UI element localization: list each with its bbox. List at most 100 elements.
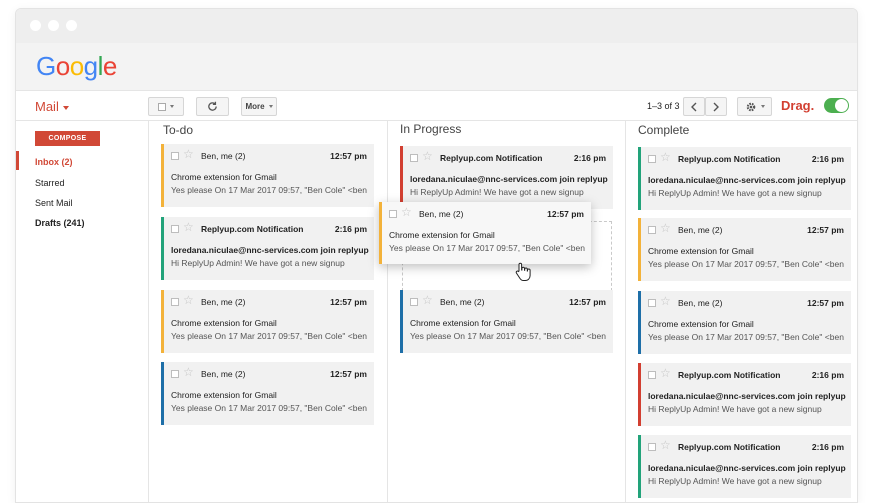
email-subject: Chrome extension for Gmail [171, 172, 277, 182]
email-card[interactable]: ☆ Replyup.com Notification 2:16 pm lored… [161, 217, 374, 280]
email-card[interactable]: ☆ Ben, me (2) 12:57 pm Chrome extension … [161, 144, 374, 207]
sidebar-item-starred[interactable]: Starred [35, 178, 65, 188]
email-sender: Replyup.com Notification [678, 370, 781, 380]
page-count: 1–3 of 3 [647, 101, 680, 111]
logo-letter: G [36, 51, 56, 81]
compose-button[interactable]: COMPOSE [35, 131, 100, 146]
sidebar-item-drafts[interactable]: Drafts (241) [35, 218, 85, 228]
email-time: 2:16 pm [811, 442, 844, 452]
sidebar-item-inbox[interactable]: Inbox (2) [35, 157, 73, 167]
email-card[interactable]: ☆ Ben, me (2) 12:57 pm Chrome extension … [638, 291, 851, 354]
logo-letter: g [83, 51, 98, 81]
checkbox[interactable] [648, 226, 656, 234]
next-page-button[interactable] [705, 97, 727, 116]
dragging-email-card[interactable]: ☆ Ben, me (2) 12:57 pm Chrome extension … [379, 202, 591, 264]
logo-letter: e [102, 51, 117, 81]
column-title-in-progress: In Progress [400, 122, 462, 136]
email-time: 12:57 pm [569, 297, 606, 307]
star-icon[interactable]: ☆ [660, 221, 671, 235]
email-card[interactable]: ☆ Ben, me (2) 12:57 pm Chrome extension … [400, 290, 613, 353]
email-subject: loredana.niculae@nnc-services.com join r… [648, 175, 846, 185]
checkbox[interactable] [410, 154, 418, 162]
checkbox[interactable] [648, 299, 656, 307]
prev-page-button[interactable] [683, 97, 705, 116]
star-icon[interactable]: ☆ [183, 220, 194, 234]
email-subject: Chrome extension for Gmail [171, 390, 277, 400]
checkbox[interactable] [171, 298, 179, 306]
email-card[interactable]: ☆ Replyup.com Notification 2:16 pm lored… [638, 435, 851, 498]
email-sender: Replyup.com Notification [440, 153, 543, 163]
email-snippet: Hi ReplyUp Admin! We have got a new sign… [648, 188, 822, 198]
email-card[interactable]: ☆ Replyup.com Notification 2:16 pm lored… [400, 146, 613, 209]
window-minimize-dot[interactable] [48, 20, 59, 31]
gear-icon [746, 102, 755, 111]
email-subject: loredana.niculae@nnc-services.com join r… [648, 391, 846, 401]
star-icon[interactable]: ☆ [183, 293, 194, 307]
checkbox[interactable] [648, 371, 656, 379]
star-icon[interactable]: ☆ [422, 149, 433, 163]
checkbox[interactable] [389, 210, 397, 218]
star-icon[interactable]: ☆ [660, 150, 671, 164]
star-icon[interactable]: ☆ [660, 438, 671, 452]
window-maximize-dot[interactable] [66, 20, 77, 31]
google-logo[interactable]: Google [36, 51, 117, 82]
star-icon[interactable]: ☆ [660, 294, 671, 308]
mail-menu[interactable]: Mail [35, 99, 69, 114]
more-label: More [245, 102, 265, 111]
email-time: 12:57 pm [330, 369, 367, 379]
email-sender: Ben, me (2) [419, 209, 464, 219]
email-time: 2:16 pm [573, 153, 606, 163]
toggle-knob [835, 99, 848, 112]
refresh-button[interactable] [196, 97, 229, 116]
sidebar-item-sent-mail[interactable]: Sent Mail [35, 198, 73, 208]
email-subject: Chrome extension for Gmail [171, 318, 277, 328]
active-indicator [16, 151, 19, 170]
drag-toggle[interactable] [824, 98, 849, 113]
email-card[interactable]: ☆ Ben, me (2) 12:57 pm Chrome extension … [161, 290, 374, 353]
star-icon[interactable]: ☆ [660, 366, 671, 380]
email-time: 2:16 pm [811, 154, 844, 164]
chevron-down-icon [170, 105, 174, 108]
checkbox[interactable] [410, 298, 418, 306]
email-sender: Ben, me (2) [201, 297, 246, 307]
email-subject: Chrome extension for Gmail [410, 318, 516, 328]
email-card[interactable]: ☆ Ben, me (2) 12:57 pm Chrome extension … [161, 362, 374, 425]
checkbox[interactable] [648, 443, 656, 451]
email-sender: Ben, me (2) [201, 151, 246, 161]
checkbox[interactable] [171, 225, 179, 233]
email-sender: Replyup.com Notification [678, 442, 781, 452]
mail-label: Mail [35, 99, 59, 114]
email-snippet: Yes please On 17 Mar 2017 09:57, "Ben Co… [648, 259, 844, 269]
column-divider [387, 121, 388, 502]
star-icon[interactable]: ☆ [183, 365, 194, 379]
email-time: 2:16 pm [334, 224, 367, 234]
email-subject: Chrome extension for Gmail [648, 246, 754, 256]
checkbox[interactable] [171, 370, 179, 378]
star-icon[interactable]: ☆ [401, 205, 412, 219]
settings-button[interactable] [737, 97, 772, 116]
email-snippet: Hi ReplyUp Admin! We have got a new sign… [648, 404, 822, 414]
drag-brand-label: Drag. [781, 98, 815, 113]
more-button[interactable]: More [241, 97, 277, 116]
email-card[interactable]: ☆ Replyup.com Notification 2:16 pm lored… [638, 147, 851, 210]
checkbox[interactable] [648, 155, 656, 163]
checkbox[interactable] [171, 152, 179, 160]
email-card[interactable]: ☆ Replyup.com Notification 2:16 pm lored… [638, 363, 851, 426]
chevron-right-icon [713, 102, 719, 111]
email-card[interactable]: ☆ Ben, me (2) 12:57 pm Chrome extension … [638, 218, 851, 281]
star-icon[interactable]: ☆ [183, 147, 194, 161]
email-time: 12:57 pm [330, 297, 367, 307]
email-subject: loredana.niculae@nnc-services.com join r… [410, 174, 608, 184]
star-icon[interactable]: ☆ [422, 293, 433, 307]
select-all-button[interactable] [148, 97, 184, 116]
hand-cursor-icon [515, 262, 531, 281]
chevron-down-icon [268, 105, 273, 108]
checkbox-icon [158, 102, 166, 111]
chevron-down-icon [760, 105, 765, 108]
window-close-dot[interactable] [30, 20, 41, 31]
email-snippet: Hi ReplyUp Admin! We have got a new sign… [648, 476, 822, 486]
email-snippet: Yes please On 17 Mar 2017 09:57, "Ben Co… [389, 243, 585, 253]
browser-window: Google Mail More 1–3 of 3 Drag. COMPOSE [15, 8, 858, 503]
email-sender: Ben, me (2) [678, 298, 723, 308]
sidebar: COMPOSE Inbox (2) Starred Sent Mail Draf… [16, 121, 149, 502]
